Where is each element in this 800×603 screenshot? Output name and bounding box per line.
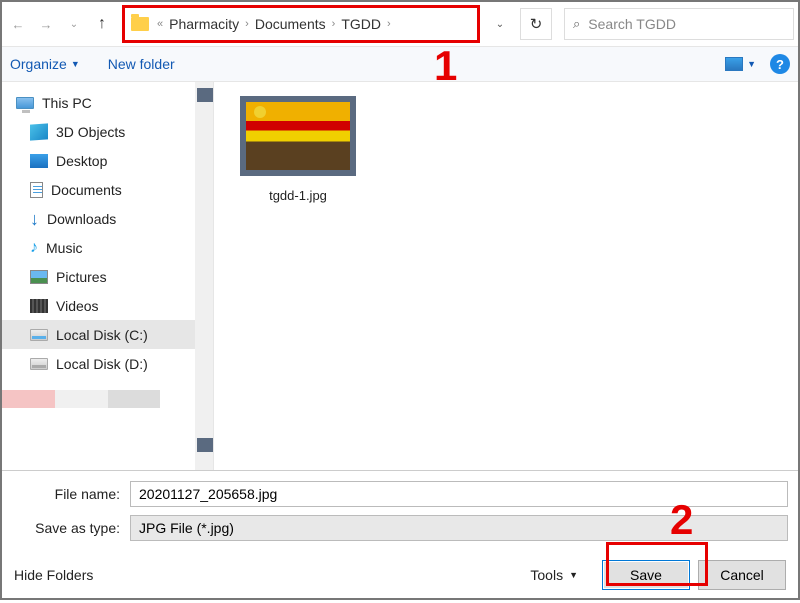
save-as-type-label: Save as type: [12, 520, 130, 536]
pc-icon [16, 97, 34, 109]
view-dropdown[interactable]: ▼ [747, 59, 756, 69]
sidebar-scrollbar[interactable]: ˆ ˇ [195, 82, 213, 470]
nav-up-button[interactable]: ↑ [90, 12, 114, 36]
pic-icon [30, 270, 48, 284]
disk-icon [30, 329, 48, 341]
chevron-right-icon[interactable]: › [243, 18, 251, 30]
file-item[interactable]: tgdd-1.jpg [238, 96, 358, 203]
diskd-icon [30, 358, 48, 370]
file-list-pane[interactable]: tgdd-1.jpg [214, 82, 798, 470]
doc-icon [30, 182, 43, 198]
tree-node-pictures[interactable]: Pictures [2, 262, 213, 291]
chevron-down-icon: ▼ [569, 570, 578, 580]
search-placeholder: Search TGDD [588, 16, 676, 32]
tree-node-downloads[interactable]: ↓ Downloads [2, 204, 213, 233]
breadcrumb[interactable]: « Pharmacity › Documents › TGDD › [122, 5, 480, 43]
crumb-documents[interactable]: Documents [251, 16, 330, 32]
view-mode-icon[interactable] [725, 57, 743, 71]
search-icon: ⌕ [573, 16, 580, 32]
tree-node-documents[interactable]: Documents [2, 175, 213, 204]
navigation-pane: This PC 3D Objects Desktop Documents ↓ Downlo… [2, 82, 214, 470]
tree-label: Downloads [47, 211, 116, 227]
tree-node-local-disk-d-[interactable]: Local Disk (D:) [2, 349, 213, 378]
filename-label: File name: [12, 486, 130, 502]
crumb-tgdd[interactable]: TGDD [337, 16, 385, 32]
organize-menu[interactable]: Organize ▼ [10, 56, 80, 72]
tree-label: Local Disk (D:) [56, 356, 148, 372]
annotation-1: 1 [434, 42, 457, 90]
folder-icon [131, 17, 149, 31]
desk-icon [30, 154, 48, 168]
scroll-up-icon[interactable]: ˆ [197, 88, 214, 102]
tree-label: Pictures [56, 269, 107, 285]
tree-label: 3D Objects [56, 124, 125, 140]
chevron-right-icon[interactable]: › [330, 18, 338, 30]
tree-label: Local Disk (C:) [56, 327, 148, 343]
tree-node-videos[interactable]: Videos [2, 291, 213, 320]
scroll-down-icon[interactable]: ˇ [197, 438, 214, 452]
refresh-button[interactable]: ↻ [520, 8, 552, 40]
tree-label: Videos [56, 298, 99, 314]
music-icon: ♪ [30, 241, 38, 255]
3d-icon [30, 123, 48, 140]
help-icon[interactable]: ? [770, 54, 790, 74]
file-thumbnail [240, 96, 356, 176]
tree-node-3d-objects[interactable]: 3D Objects [2, 117, 213, 146]
nav-back-button[interactable]: ← [6, 12, 30, 36]
tree-node-local-disk-c-[interactable]: Local Disk (C:) [2, 320, 213, 349]
tree-node-this-pc[interactable]: This PC [2, 88, 213, 117]
tree-label: This PC [42, 95, 92, 111]
file-name-label: tgdd-1.jpg [238, 188, 358, 203]
annotation-2: 2 [670, 496, 693, 544]
vid-icon [30, 299, 48, 313]
nav-recent-dropdown[interactable]: ⌄ [62, 12, 86, 36]
overflow-icon: « [155, 18, 165, 30]
tree-label: Desktop [56, 153, 107, 169]
dl-icon: ↓ [30, 212, 39, 226]
new-folder-button[interactable]: New folder [108, 56, 175, 72]
crumb-pharmacity[interactable]: Pharmacity [165, 16, 243, 32]
chevron-down-icon: ▼ [71, 59, 80, 69]
cancel-button[interactable]: Cancel [698, 560, 786, 590]
tree-node-desktop[interactable]: Desktop [2, 146, 213, 175]
save-button[interactable]: Save [602, 560, 690, 590]
tree-node-music[interactable]: ♪ Music [2, 233, 213, 262]
hide-folders-button[interactable]: Hide Folders [14, 567, 93, 583]
nav-forward-button[interactable]: → [34, 12, 58, 36]
breadcrumb-history-dropdown[interactable]: ⌄ [488, 19, 512, 30]
redacted-item [2, 390, 213, 408]
tools-menu[interactable]: Tools ▼ [530, 567, 578, 583]
search-input[interactable]: ⌕ Search TGDD [564, 8, 794, 40]
chevron-right-icon[interactable]: › [385, 18, 393, 30]
tree-label: Music [46, 240, 83, 256]
tree-label: Documents [51, 182, 122, 198]
